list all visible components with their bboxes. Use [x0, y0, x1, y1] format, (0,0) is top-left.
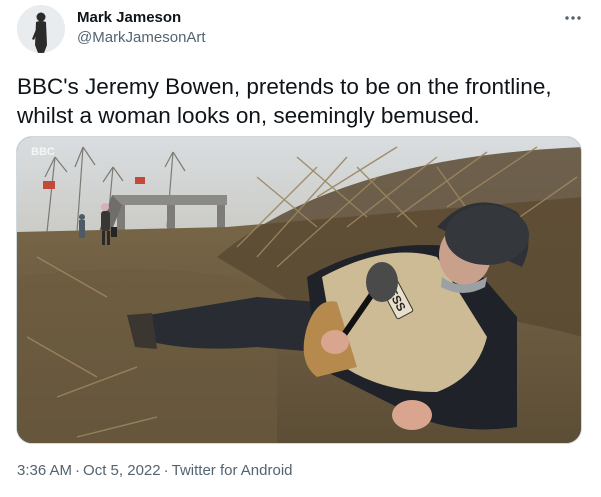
- author-avatar[interactable]: [17, 5, 65, 53]
- tweet-text-line-2: whilst a woman looks on, seemingly bemus…: [17, 103, 480, 128]
- more-options-button[interactable]: [559, 8, 587, 28]
- bbc-watermark: BBC: [31, 146, 55, 158]
- tweet-photo[interactable]: PRESS BBC: [16, 136, 582, 444]
- tweet-photo-image: PRESS BBC: [17, 137, 581, 443]
- meta-separator: ·: [75, 462, 81, 479]
- tweet-metadata: 3:36 AM · Oct 5, 2022 · Twitter for Android: [17, 462, 293, 479]
- more-options-icon: [565, 16, 581, 20]
- tweet-card: Mark Jameson @MarkJamesonArt BBC's Jerem…: [0, 0, 601, 497]
- meta-separator: ·: [163, 462, 169, 479]
- tweet-source[interactable]: Twitter for Android: [172, 462, 293, 479]
- tweet-date[interactable]: Oct 5, 2022: [83, 462, 161, 479]
- tweet-text: BBC's Jeremy Bowen, pretends to be on th…: [17, 72, 587, 130]
- tweet-text-line-1: BBC's Jeremy Bowen, pretends to be on th…: [17, 74, 552, 99]
- author-display-name[interactable]: Mark Jameson: [77, 9, 181, 26]
- tweet-time[interactable]: 3:36 AM: [17, 462, 72, 479]
- silhouette-figure-icon: [17, 5, 65, 53]
- author-handle[interactable]: @MarkJamesonArt: [77, 29, 206, 46]
